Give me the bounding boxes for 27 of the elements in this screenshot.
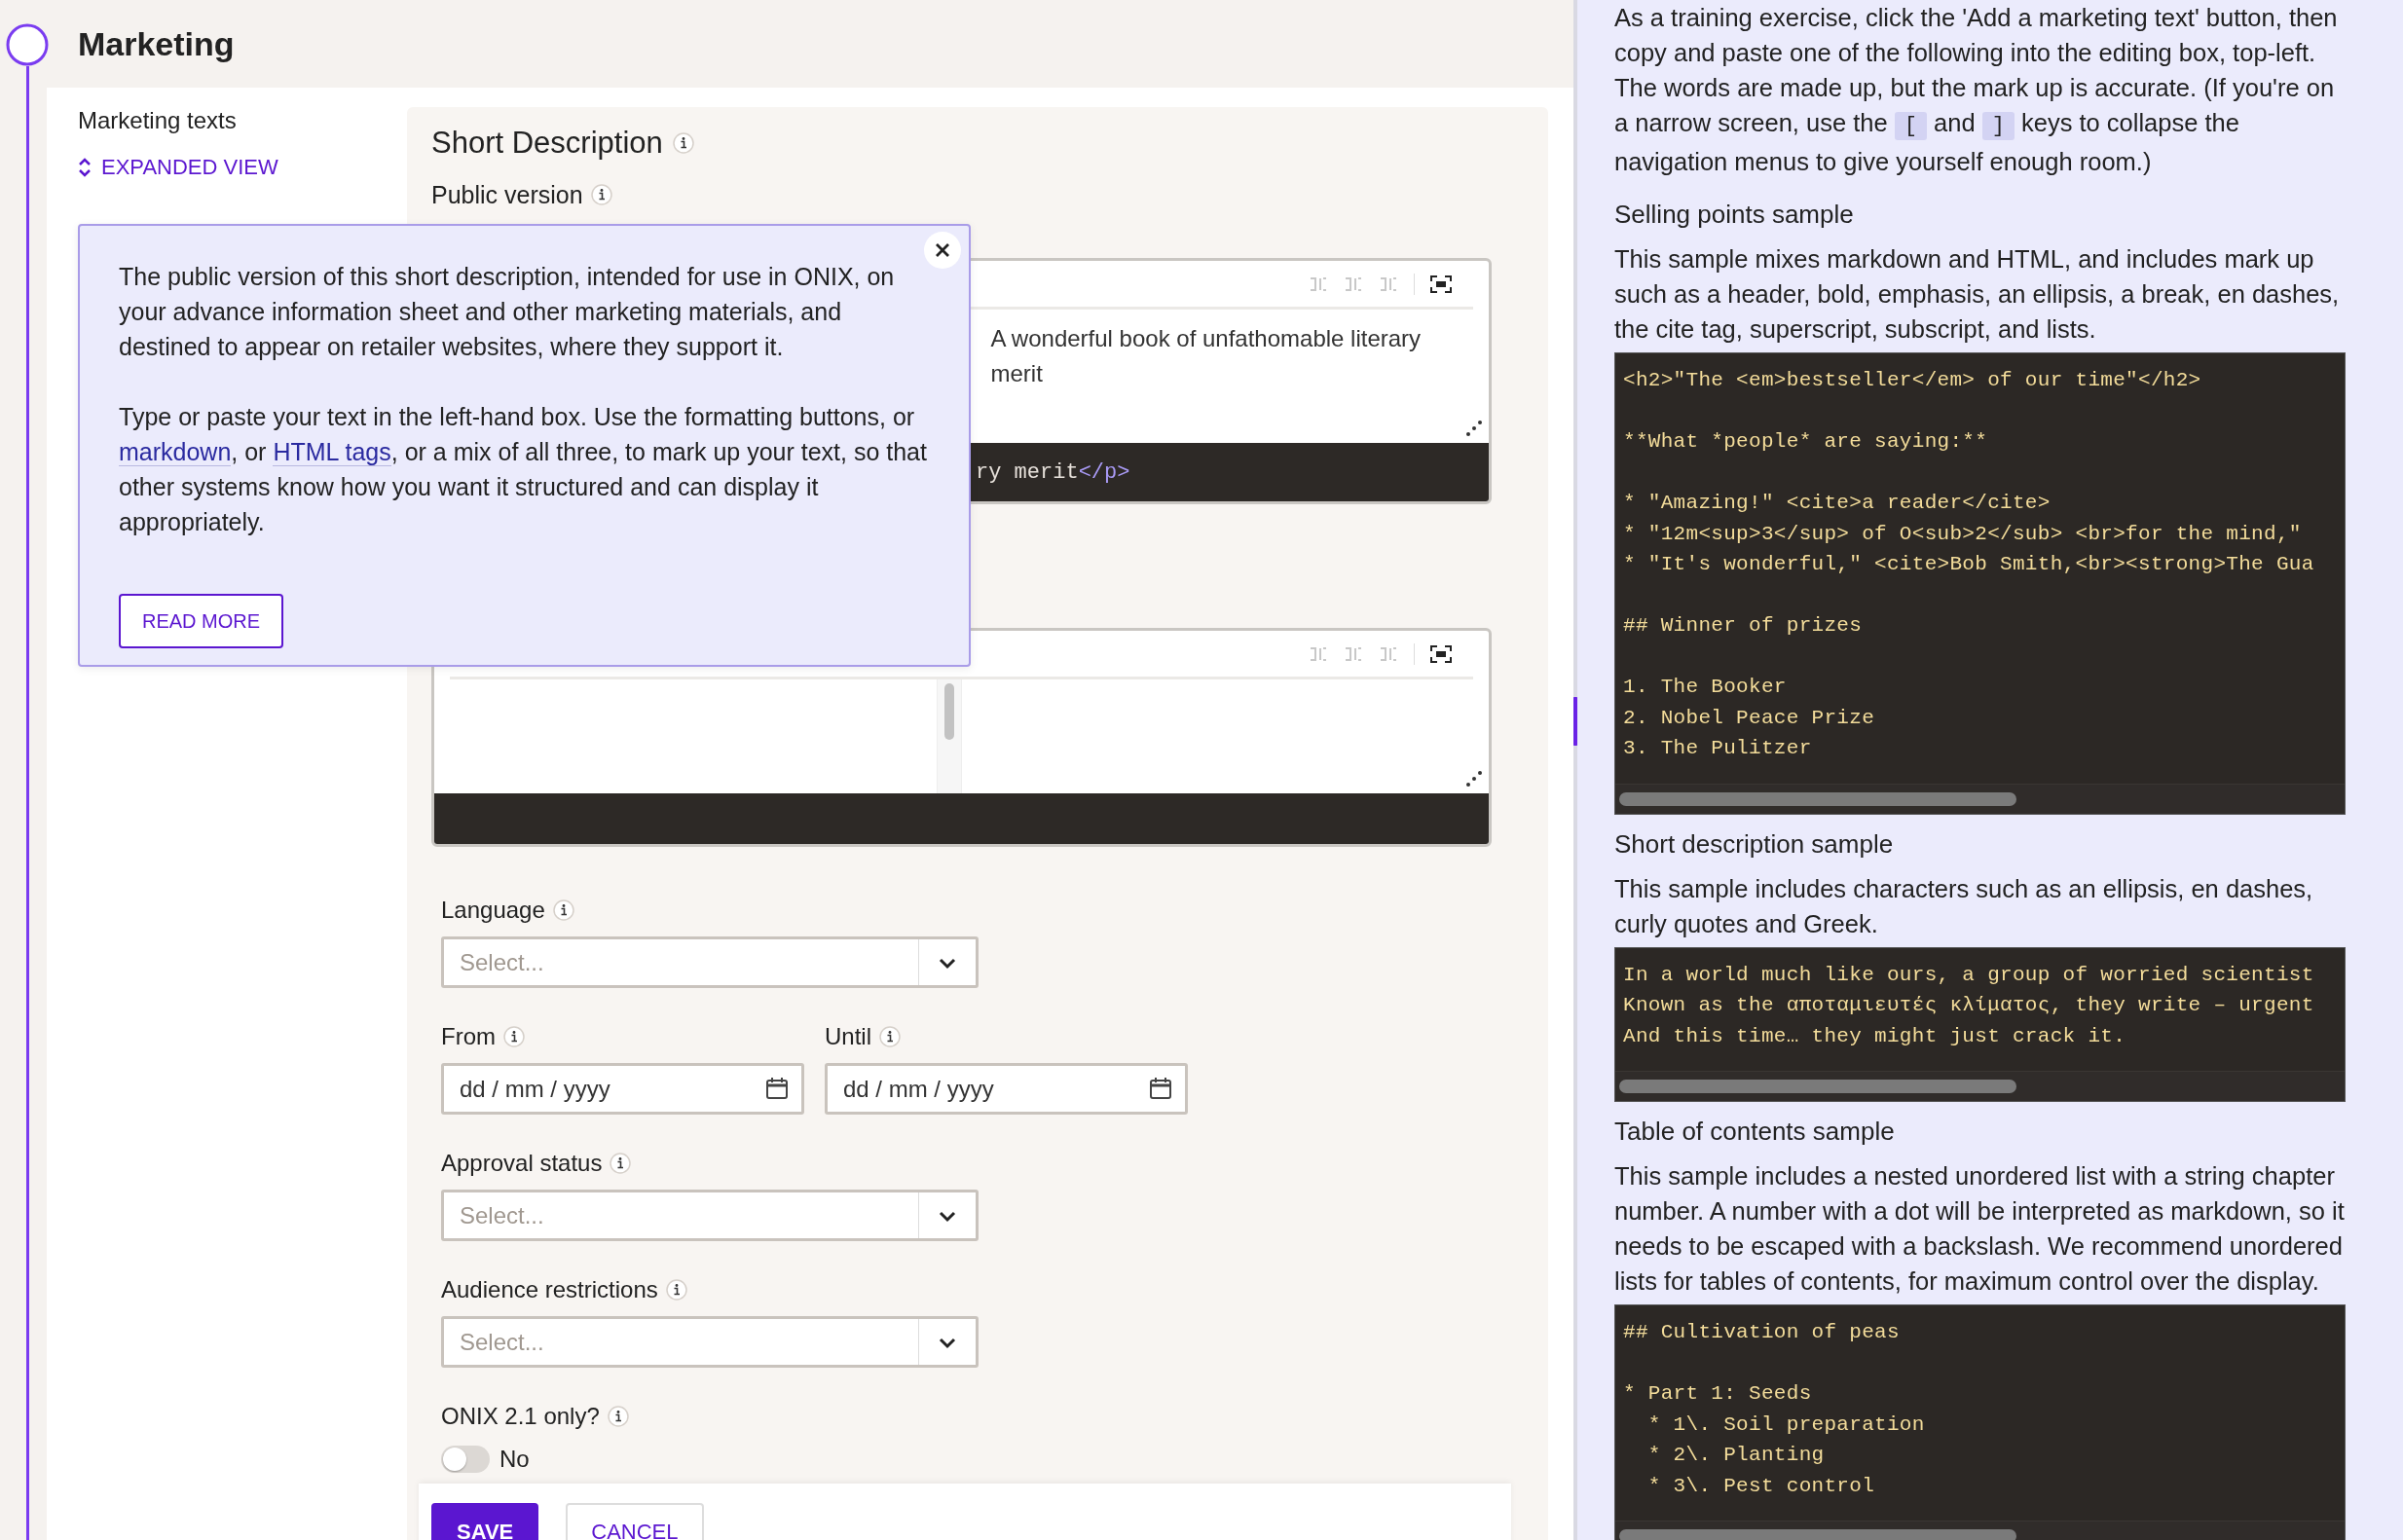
sample-description: This sample includes a nested unordered list with a string chapter number. A number with a dot will be interpreted as markdown, so it needs to be escaped with a backslash. We recommend unordered lists for tables of contents, for maximum control over the display. <box>1614 1161 2346 1297</box>
sidebar-title: Marketing texts <box>78 107 237 134</box>
field-label: Until <box>825 1022 871 1051</box>
sample-description: This sample includes characters such as an ellipsis, en dashes, curly quotes and Greek. <box>1614 873 2314 939</box>
field-label: From <box>441 1022 496 1051</box>
field-label: Language <box>441 896 545 925</box>
field-label: ONIX 2.1 only? <box>441 1402 600 1431</box>
field-label: Approval status <box>441 1149 603 1178</box>
help-text: As a training exercise, click the 'Add a marketing text' button, then copy and paste one of the following into the editing box, top-left. The words are made up, but the mark up is accurate. (If you're on a narrow screen, use the [ and ] keys to collapse the navigation menus to give yourself enough room.) <box>1614 3 2339 177</box>
html-code: ry merit</p> <box>976 459 1130 485</box>
sample-heading: Selling points sample <box>1614 199 1855 231</box>
sample-description: This sample mixes markdown and HTML, and includes mark up such as a header, bold, emphasis, an ellipsis, a break, en dashes, the cite tag, superscript, subscript, and lists. <box>1614 244 2341 345</box>
preview-text: A wonderful book of unfathomable literary merit <box>989 324 1423 388</box>
section-title: Marketing <box>78 24 235 63</box>
field-label: Public version <box>431 180 583 210</box>
code-text: In a world much like ours, a group of worried scientist Known as the αποταμιευτές κλίματος, they write – urgent And this time… they might just crack it. <box>1622 962 2315 1049</box>
code-text: ## Cultivation of peas * Part 1: Seeds * 1\. Soil preparation * 2\. Planting * 3\. Pest control <box>1622 1320 1926 1499</box>
code-text: <h2>"The <em>bestseller</em> of our time"</h2> **What *people* are saying:** * "Amazing!" <cite>a reader</cite> * "12m<sup>3</sup> of O<sub>2</sub> <br>for the mind," * "It's wonderful," <cite>Bob Smith,<br><strong>The Gua ## Winner of prizes 1. The Booker 2. Nobel Peace Prize 3. The Pulitzer <box>1622 368 2315 761</box>
sample-heading: Table of contents sample <box>1614 1116 1896 1148</box>
toggle-value: No <box>499 1445 530 1474</box>
keyboard-key: [ <box>1894 112 1927 140</box>
popover-text: Type or paste your text in the left-hand box. Use the formatting buttons, or markdown, or HTML tags, or a mix of all three, to mark up your text, so that other systems know how you want it structured and can display it appropriately. <box>119 402 928 537</box>
popover-text: The public version of this short description, intended for use in ONIX, on your advance information sheet and other marketing materials, and destined to appear on retailer websites, where they support it. <box>119 262 896 362</box>
field-label: Audience restrictions <box>441 1275 658 1304</box>
keyboard-key: ] <box>1981 112 2015 140</box>
sample-heading: Short description sample <box>1614 827 1895 861</box>
card-title: Short Description <box>431 125 663 162</box>
